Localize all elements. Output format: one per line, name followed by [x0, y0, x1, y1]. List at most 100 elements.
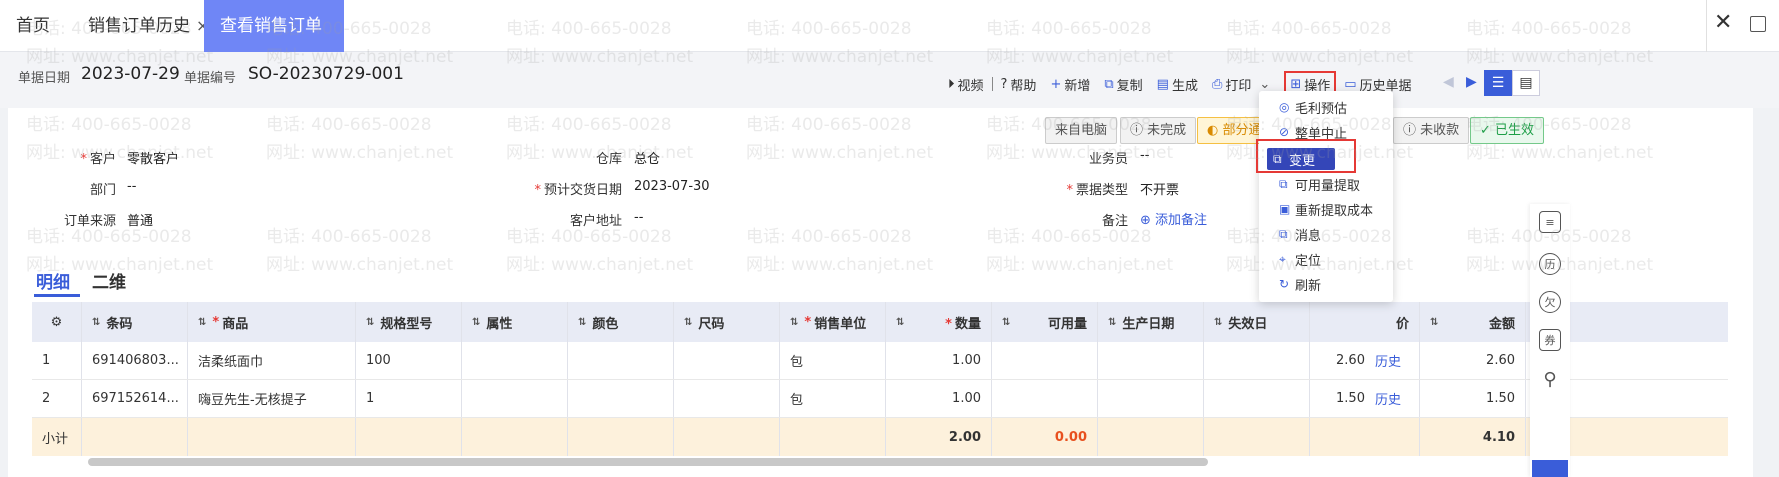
spec-cell: 1	[356, 380, 462, 417]
subtotal-amount: 4.10	[1420, 418, 1526, 456]
settings-panel-icon[interactable]: ≡	[1539, 211, 1561, 233]
menu-item-locate[interactable]: ⌖ 定位	[1279, 248, 1321, 270]
add-remark-label: 添加备注	[1155, 213, 1208, 228]
tab-label: 销售订单历史	[88, 16, 190, 36]
menu-item-available-extract[interactable]: ⧉ 可用量提取	[1279, 173, 1360, 195]
gear-icon: ⚙	[50, 314, 63, 330]
header-label: 价	[1395, 316, 1409, 332]
col-spec[interactable]: ⇅ 规格型号	[356, 302, 462, 342]
menu-item-recost[interactable]: ▣ 重新提取成本	[1279, 198, 1373, 220]
col-barcode[interactable]: ⇅ 条码	[82, 302, 188, 342]
warehouse-label: 仓库	[595, 152, 622, 167]
sort-icon: ⇅	[578, 316, 587, 328]
coupon-rail-icon[interactable]: 券	[1539, 329, 1561, 351]
tab-detail[interactable]: 明细	[36, 268, 70, 293]
col-available[interactable]: ⇅ 可用量	[992, 302, 1098, 342]
tab-sales-order-history[interactable]: 销售订单历史 ×	[72, 0, 225, 52]
customer-value[interactable]: 零散客户	[127, 148, 179, 167]
header-label: 属性	[486, 316, 513, 332]
col-amount[interactable]: ⇅ 金额	[1420, 302, 1526, 342]
order-source-value[interactable]: 普通	[127, 210, 153, 229]
tab-view-sales-order[interactable]: 查看销售订单×	[204, 0, 344, 87]
attribute-cell	[462, 342, 568, 379]
history-link[interactable]: 历史	[1375, 389, 1401, 408]
table-row[interactable]: 2 697152614... 嗨豆先生-无核提子 1 包 1.00 1.50 历史…	[32, 380, 1728, 418]
delivery-date-value[interactable]: 2023-07-30	[634, 179, 710, 194]
color-cell	[568, 342, 674, 379]
menu-item-gross-profit[interactable]: ◎ 毛利预估	[1279, 96, 1347, 118]
number-value: SO-20230729-001	[248, 64, 404, 84]
col-product[interactable]: ⇅ * 商品	[188, 302, 356, 342]
tab-home[interactable]: 首页	[0, 0, 66, 52]
copy-button[interactable]: ⧉ 复制	[1104, 75, 1142, 94]
help-button[interactable]: ? 帮助	[1001, 75, 1037, 94]
prev-icon[interactable]: ◀	[1443, 74, 1454, 90]
empty-cell	[356, 418, 462, 456]
window-close-icon[interactable]: ✕	[1714, 10, 1732, 35]
price-cell: 1.50 历史	[1310, 380, 1420, 417]
quantity-cell: 1.00	[886, 342, 992, 379]
invoice-type-label: * 票据类型	[1066, 183, 1128, 198]
badge-incomplete: ⓘ 未完成	[1120, 117, 1197, 144]
highlight-box	[1256, 139, 1356, 173]
video-button[interactable]: ⏵ 视频	[948, 75, 984, 94]
salesman-value[interactable]: --	[1140, 148, 1149, 163]
owe-rail-icon[interactable]: 欠	[1539, 291, 1561, 313]
rail-action-button[interactable]	[1532, 460, 1568, 477]
number-label: 单据编号	[184, 71, 237, 86]
col-attribute[interactable]: ⇅ 属性	[462, 302, 568, 342]
production-date-cell	[1098, 342, 1204, 379]
spec-cell: 100	[356, 342, 462, 379]
tab-bar: 首页 销售订单历史× 查看销售订单× ✕	[0, 0, 1779, 87]
address-value[interactable]: --	[634, 210, 643, 225]
history-link[interactable]: 历史	[1375, 351, 1401, 370]
subtotal-row: 小计 2.00 0.00 4.10	[32, 418, 1728, 456]
empty-cell	[1204, 418, 1310, 456]
list-view-button[interactable]: ☰	[1484, 70, 1512, 96]
invoice-type-value[interactable]: 不开票	[1140, 179, 1179, 198]
customer-label: * 客户	[80, 152, 116, 167]
generate-button[interactable]: ▤ 生成	[1157, 75, 1198, 94]
coin-icon: ◎	[1279, 100, 1290, 114]
col-price[interactable]: 价	[1310, 302, 1420, 342]
dept-value[interactable]: --	[127, 179, 136, 194]
menu-item-label: 可用量提取	[1295, 178, 1361, 194]
header-label: 条码	[106, 316, 133, 332]
expand-icon[interactable]	[1750, 16, 1766, 32]
col-size[interactable]: ⇅ 尺码	[674, 302, 780, 342]
barcode-cell: 691406803...	[82, 342, 188, 379]
active-tab-indicator	[34, 294, 80, 297]
menu-item-refresh[interactable]: ↻ 刷新	[1279, 273, 1321, 295]
column-settings-cell[interactable]: ⚙	[32, 302, 82, 342]
divider	[991, 77, 993, 91]
horizontal-scrollbar[interactable]	[88, 458, 1208, 466]
new-button[interactable]: + 新增	[1050, 75, 1090, 94]
menu-item-message[interactable]: ⧉ 消息	[1279, 223, 1321, 245]
printer-icon: ⎙	[1211, 76, 1223, 92]
badge-label: 部分通	[1222, 123, 1262, 138]
tab-2d[interactable]: 二维	[92, 268, 126, 293]
col-color[interactable]: ⇅ 颜色	[568, 302, 674, 342]
chevron-down-icon[interactable]: ⌄	[1259, 77, 1270, 92]
amount-cell: 2.60	[1420, 342, 1526, 379]
link-icon[interactable]: ⚲	[1539, 368, 1561, 390]
col-sales-unit[interactable]: ⇅ * 销售单位	[780, 302, 886, 342]
barcode-cell: 697152614...	[82, 380, 188, 417]
empty-cell	[674, 418, 780, 456]
header-label: 商品	[222, 316, 249, 332]
table-row[interactable]: 1 691406803... 洁柔纸面巾 100 包 1.00 2.60 历史 2…	[32, 342, 1728, 380]
card-view-button[interactable]: ▤	[1512, 70, 1540, 96]
col-quantity[interactable]: ⇅ * 数量	[886, 302, 992, 342]
col-production-date[interactable]: ⇅ 生产日期	[1098, 302, 1204, 342]
history-rail-icon[interactable]: 历	[1539, 253, 1561, 275]
sort-icon: ⇅	[1430, 316, 1439, 328]
warehouse-value[interactable]: 总仓	[634, 148, 660, 167]
unit-cell: 包	[780, 380, 886, 417]
col-expiry-date[interactable]: ⇅ 失效日	[1204, 302, 1310, 342]
remark-label: 备注	[1101, 214, 1128, 229]
add-remark-link[interactable]: ⊕ 添加备注	[1140, 209, 1207, 228]
header-label: 可用量	[1047, 316, 1087, 332]
help-label: 帮助	[1010, 78, 1037, 94]
location-icon: ⌖	[1279, 251, 1286, 266]
next-icon[interactable]: ▶	[1466, 74, 1477, 90]
